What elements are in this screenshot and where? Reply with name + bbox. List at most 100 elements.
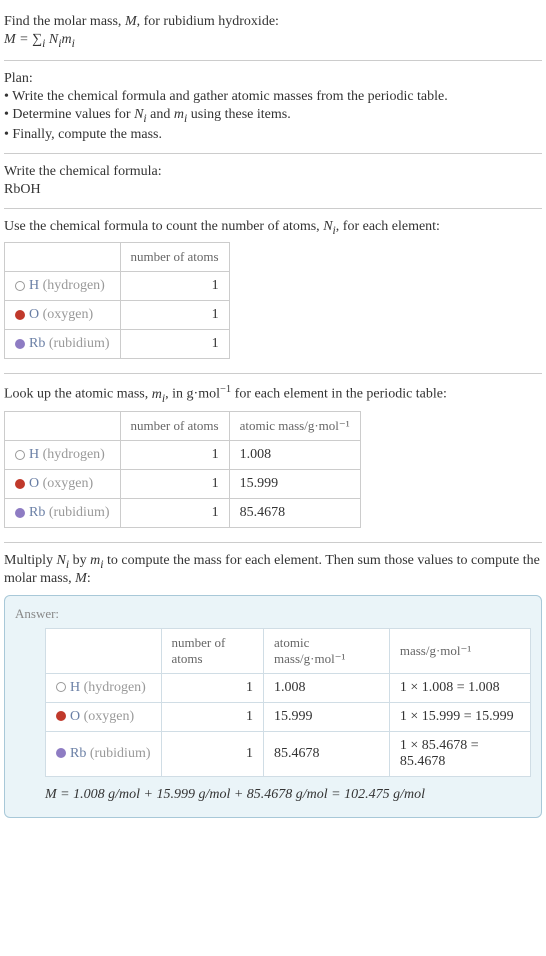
answer-table: number of atoms atomic mass/g·mol⁻¹ mass… bbox=[45, 628, 531, 777]
mass-value: 85.4678 bbox=[264, 731, 390, 776]
mass-per-header: mass/g·mol⁻¹ bbox=[389, 628, 530, 673]
mult-mi: mi bbox=[90, 553, 103, 568]
mult-M: M bbox=[75, 571, 87, 586]
element-symbol: Rb bbox=[29, 336, 45, 351]
calc-value: 1 × 15.999 = 15.999 bbox=[389, 702, 530, 731]
atomic-mass-header: atomic mass/g·mol⁻¹ bbox=[264, 628, 390, 673]
element-name: (oxygen) bbox=[43, 307, 94, 322]
element-cell: Rb (rubidium) bbox=[5, 330, 121, 359]
table-header-row: number of atoms bbox=[5, 243, 230, 272]
element-cell: O (oxygen) bbox=[46, 702, 162, 731]
atoms-header: number of atoms bbox=[120, 243, 229, 272]
intro-text-a: Find the molar mass, bbox=[4, 14, 125, 29]
element-symbol: O bbox=[29, 476, 39, 491]
element-symbol: O bbox=[70, 709, 80, 724]
lookup-heading-b: , in g·mol bbox=[165, 387, 220, 402]
final-molar-mass: M = 1.008 g/mol + 15.999 g/mol + 85.4678… bbox=[45, 787, 531, 803]
element-dot-icon bbox=[15, 479, 25, 489]
table-row: O (oxygen) 1 15.999 bbox=[5, 469, 361, 498]
atoms-value: 1 bbox=[161, 702, 264, 731]
element-cell: O (oxygen) bbox=[5, 301, 121, 330]
table-header-row: number of atoms atomic mass/g·mol⁻¹ bbox=[5, 411, 361, 440]
lookup-table: number of atoms atomic mass/g·mol⁻¹ H (h… bbox=[4, 411, 361, 528]
plan-item-1: • Write the chemical formula and gather … bbox=[4, 89, 542, 105]
element-name: (hydrogen) bbox=[43, 447, 105, 462]
intro-M: M bbox=[125, 14, 137, 29]
mass-value: 15.999 bbox=[229, 469, 360, 498]
lookup-heading-c: for each element in the periodic table: bbox=[231, 387, 447, 402]
mass-header: atomic mass/g·mol⁻¹ bbox=[229, 411, 360, 440]
table-row: O (oxygen) 1 bbox=[5, 301, 230, 330]
element-cell: H (hydrogen) bbox=[5, 272, 121, 301]
lookup-heading: Look up the atomic mass, mi, in g·mol−1 … bbox=[4, 384, 542, 404]
element-name: (oxygen) bbox=[84, 709, 135, 724]
element-dot-icon bbox=[15, 508, 25, 518]
element-dot-icon bbox=[15, 310, 25, 320]
atoms-value: 1 bbox=[120, 469, 229, 498]
element-dot-icon bbox=[15, 339, 25, 349]
final-M: M bbox=[45, 787, 57, 802]
atoms-value: 1 bbox=[120, 498, 229, 527]
table-row: Rb (rubidium) 1 85.4678 bbox=[5, 498, 361, 527]
element-name: (hydrogen) bbox=[43, 278, 105, 293]
chem-heading: Write the chemical formula: bbox=[4, 164, 542, 180]
element-symbol: Rb bbox=[29, 505, 45, 520]
count-section: Use the chemical formula to count the nu… bbox=[4, 209, 542, 375]
count-table: number of atoms H (hydrogen) 1 O (oxygen… bbox=[4, 242, 230, 359]
element-dot-icon bbox=[15, 281, 25, 291]
element-cell: Rb (rubidium) bbox=[46, 731, 162, 776]
atoms-value: 1 bbox=[120, 440, 229, 469]
plan-heading: Plan: bbox=[4, 71, 542, 87]
element-cell: O (oxygen) bbox=[5, 469, 121, 498]
intro-text-c: , for rubidium hydroxide: bbox=[137, 14, 279, 29]
mass-value: 15.999 bbox=[264, 702, 390, 731]
molar-mass-formula: M = ∑i Nimi bbox=[4, 32, 542, 50]
empty-header bbox=[46, 628, 162, 673]
element-symbol: H bbox=[29, 278, 39, 293]
intro-line: Find the molar mass, M, for rubidium hyd… bbox=[4, 14, 542, 30]
atoms-value: 1 bbox=[161, 673, 264, 702]
element-dot-icon bbox=[56, 711, 66, 721]
lookup-section: Look up the atomic mass, mi, in g·mol−1 … bbox=[4, 374, 542, 542]
element-name: (hydrogen) bbox=[84, 680, 146, 695]
plan-item-2c: using these items. bbox=[187, 107, 290, 122]
plan-Ni: Ni bbox=[134, 107, 147, 122]
count-heading-b: , for each element: bbox=[336, 219, 440, 234]
mult-d: : bbox=[87, 571, 91, 586]
count-heading: Use the chemical formula to count the nu… bbox=[4, 219, 542, 237]
plan-mi: mi bbox=[174, 107, 187, 122]
final-rest: = 1.008 g/mol + 15.999 g/mol + 85.4678 g… bbox=[57, 787, 425, 802]
mult-b: by bbox=[69, 553, 90, 568]
plan-item-2: • Determine values for Ni and mi using t… bbox=[4, 107, 542, 125]
intro-section: Find the molar mass, M, for rubidium hyd… bbox=[4, 4, 542, 61]
calc-value: 1 × 85.4678 = 85.4678 bbox=[389, 731, 530, 776]
table-row: H (hydrogen) 1 1.008 1 × 1.008 = 1.008 bbox=[46, 673, 531, 702]
element-dot-icon bbox=[56, 748, 66, 758]
atoms-value: 1 bbox=[120, 272, 229, 301]
element-name: (rubidium) bbox=[49, 336, 110, 351]
empty-header bbox=[5, 243, 121, 272]
atoms-header: number of atoms bbox=[120, 411, 229, 440]
mass-value: 1.008 bbox=[264, 673, 390, 702]
mass-value: 1.008 bbox=[229, 440, 360, 469]
table-row: Rb (rubidium) 1 85.4678 1 × 85.4678 = 85… bbox=[46, 731, 531, 776]
answer-label: Answer: bbox=[15, 606, 531, 622]
plan-item-2a: • Determine values for bbox=[4, 107, 134, 122]
lookup-mi: mi bbox=[152, 387, 165, 402]
element-name: (rubidium) bbox=[90, 746, 151, 761]
empty-header bbox=[5, 411, 121, 440]
count-Ni: Ni bbox=[323, 219, 336, 234]
table-header-row: number of atoms atomic mass/g·mol⁻¹ mass… bbox=[46, 628, 531, 673]
table-row: O (oxygen) 1 15.999 1 × 15.999 = 15.999 bbox=[46, 702, 531, 731]
chem-value: RbOH bbox=[4, 182, 542, 198]
mult-a: Multiply bbox=[4, 553, 57, 568]
chemical-formula-section: Write the chemical formula: RbOH bbox=[4, 154, 542, 209]
mass-value: 85.4678 bbox=[229, 498, 360, 527]
calc-value: 1 × 1.008 = 1.008 bbox=[389, 673, 530, 702]
answer-box: Answer: number of atoms atomic mass/g·mo… bbox=[4, 595, 542, 818]
multiply-section: Multiply Ni by mi to compute the mass fo… bbox=[4, 543, 542, 826]
count-heading-a: Use the chemical formula to count the nu… bbox=[4, 219, 323, 234]
table-row: H (hydrogen) 1 bbox=[5, 272, 230, 301]
element-symbol: Rb bbox=[70, 746, 86, 761]
plan-item-2b: and bbox=[147, 107, 174, 122]
